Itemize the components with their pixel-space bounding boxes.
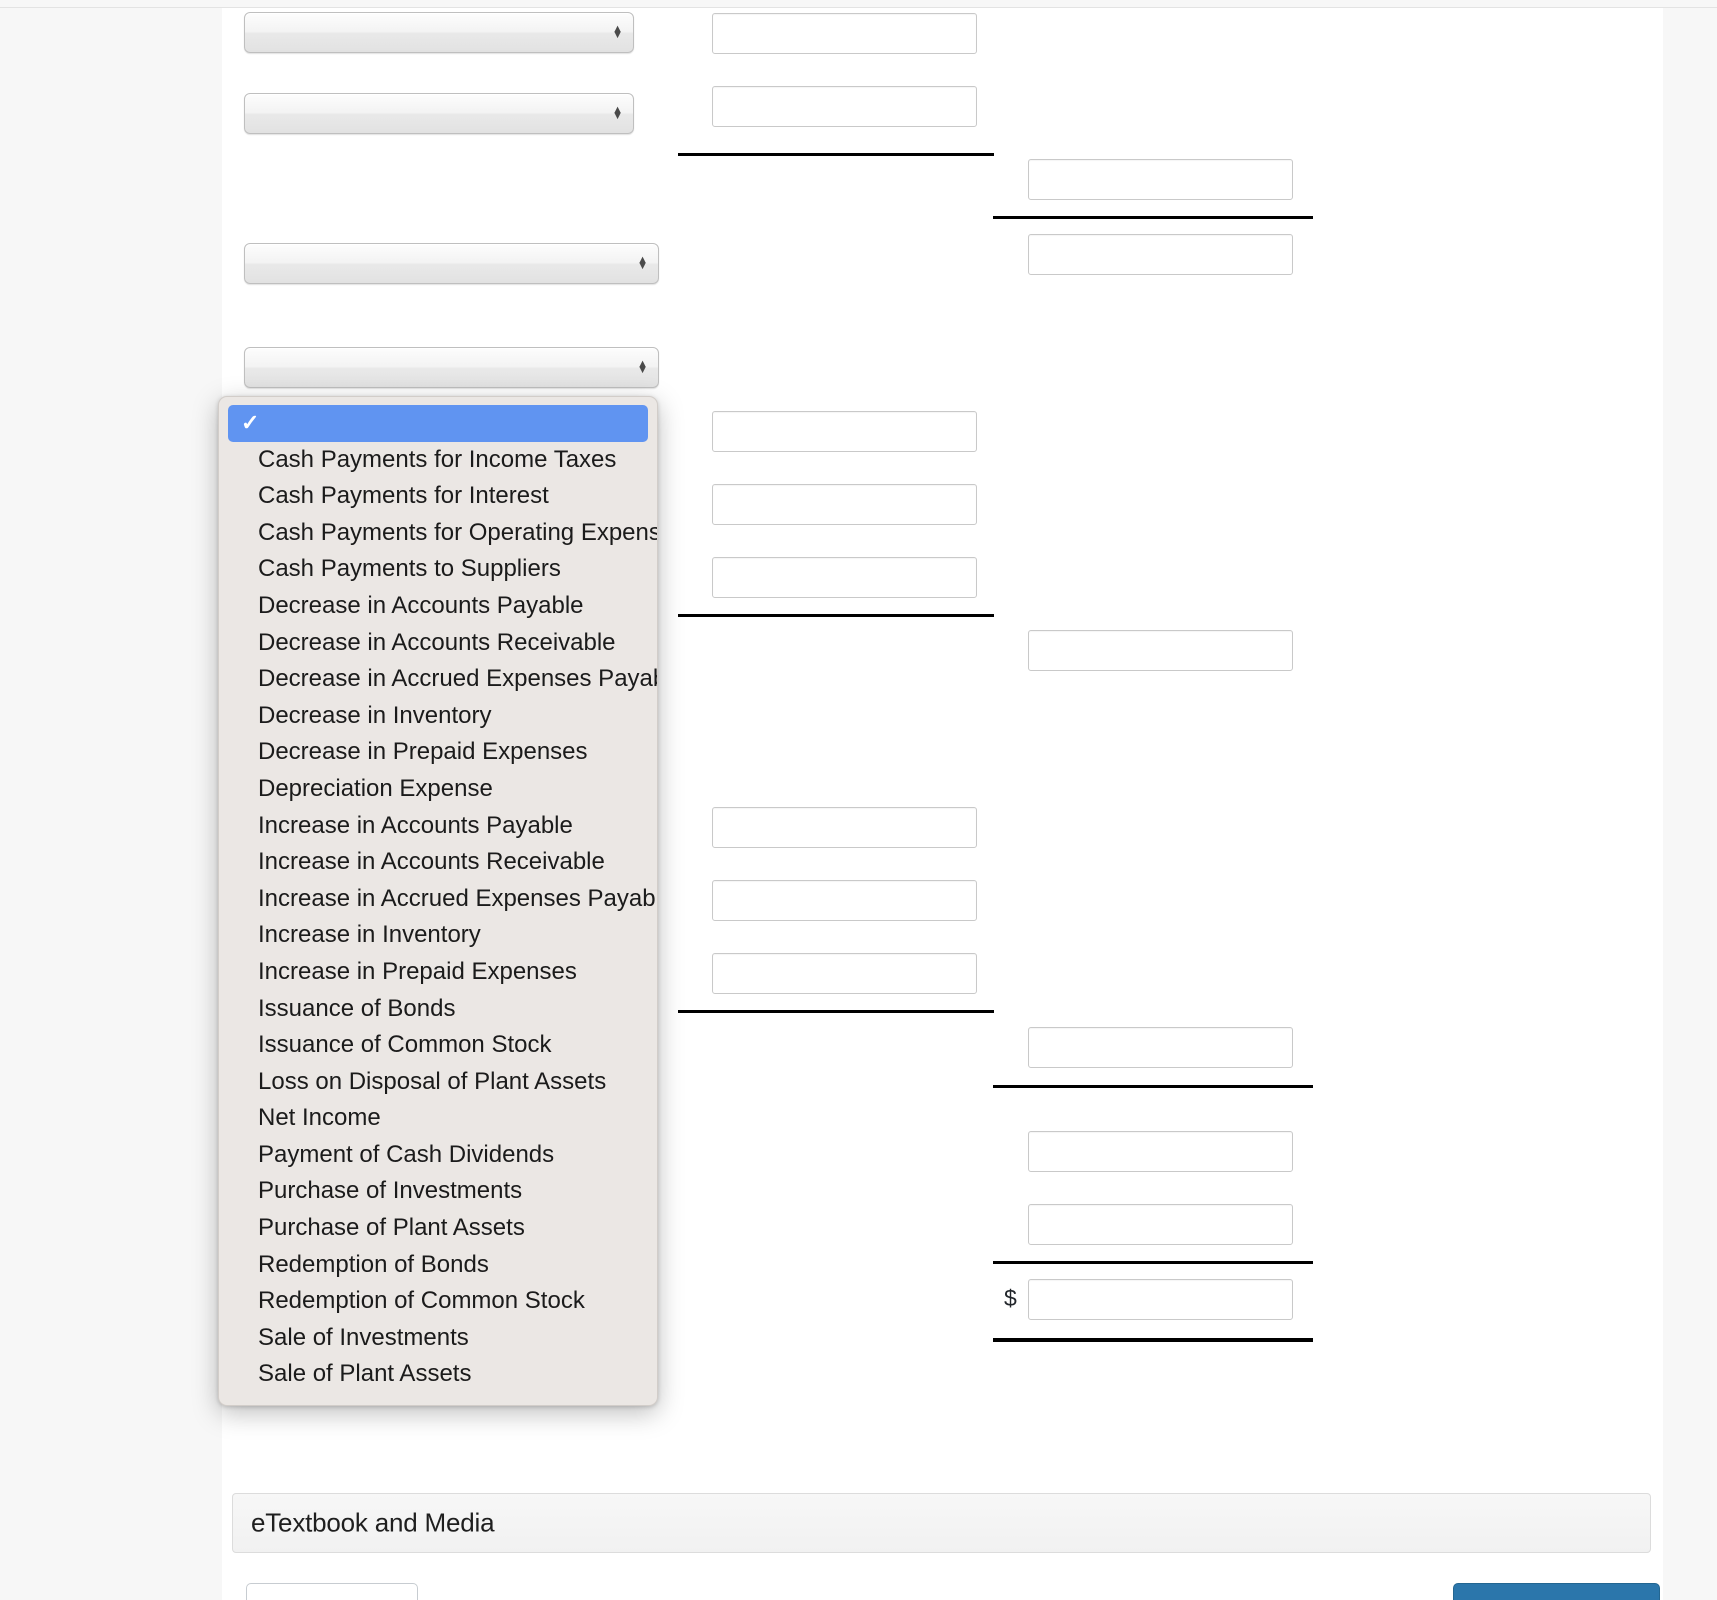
account-select-1[interactable]: ▲ ▼	[244, 12, 634, 53]
dropdown-option-list: ✓ Cash Payments for Income Taxes Cash Paym…	[219, 405, 657, 1393]
dropdown-option-label: Cash Payments for Interest	[258, 482, 549, 510]
dropdown-option-label: Increase in Accounts Receivable	[258, 848, 605, 876]
dropdown-option-label: Redemption of Common Stock	[258, 1287, 585, 1315]
dropdown-option-label: Decrease in Prepaid Expenses	[258, 738, 588, 766]
dropdown-option-label: Decrease in Accrued Expenses Payable	[258, 665, 658, 693]
dropdown-option-label: Sale of Plant Assets	[258, 1360, 472, 1388]
grand-total-rule	[993, 1338, 1313, 1342]
amount-input-mid-4[interactable]	[712, 484, 977, 525]
account-select-2[interactable]: ▲ ▼	[244, 93, 634, 134]
amount-input-mid-1[interactable]	[712, 13, 977, 54]
dropdown-option[interactable]: Decrease in Inventory	[219, 698, 657, 735]
dropdown-option-label: Decrease in Accounts Receivable	[258, 628, 616, 656]
page-root: ▲ ▼ ▲ ▼ ▲ ▼ ▲ ▼ $ eTextbook and Media ✓ …	[0, 0, 1717, 1600]
dropdown-option-label: Purchase of Plant Assets	[258, 1214, 525, 1242]
dropdown-option[interactable]: Decrease in Accounts Payable	[219, 588, 657, 625]
dropdown-option[interactable]: Purchase of Investments	[219, 1173, 657, 1210]
total-input-right-5[interactable]	[1028, 1131, 1293, 1172]
etextbook-and-media-bar[interactable]: eTextbook and Media	[232, 1493, 1651, 1553]
amount-input-mid-7[interactable]	[712, 880, 977, 921]
dropdown-option[interactable]: Increase in Accounts Payable	[219, 808, 657, 845]
dropdown-option-label: Issuance of Common Stock	[258, 1031, 552, 1059]
dropdown-option[interactable]: Decrease in Prepaid Expenses	[219, 734, 657, 771]
dropdown-option-label: Increase in Inventory	[258, 921, 481, 949]
amount-input-mid-8[interactable]	[712, 953, 977, 994]
dropdown-option[interactable]: Cash Payments for Operating Expenses	[219, 515, 657, 552]
subtotal-rule-right-1	[993, 216, 1313, 219]
etextbook-and-media-label: eTextbook and Media	[251, 1507, 495, 1538]
dropdown-option-label: Issuance of Bonds	[258, 994, 456, 1022]
dropdown-option[interactable]: Decrease in Accounts Receivable	[219, 625, 657, 662]
total-input-right-3[interactable]	[1028, 630, 1293, 671]
dropdown-option[interactable]: Loss on Disposal of Plant Assets	[219, 1064, 657, 1101]
subtotal-rule-mid-1	[678, 153, 994, 156]
dropdown-option[interactable]: Issuance of Bonds	[219, 991, 657, 1028]
amount-input-mid-6[interactable]	[712, 807, 977, 848]
dropdown-option-label: Redemption of Bonds	[258, 1250, 489, 1278]
total-input-right-1[interactable]	[1028, 159, 1293, 200]
dropdown-option[interactable]: Redemption of Bonds	[219, 1247, 657, 1284]
dropdown-option[interactable]: ✓	[228, 405, 648, 442]
dropdown-option[interactable]: Decrease in Accrued Expenses Payable	[219, 661, 657, 698]
dropdown-option-label: Cash Payments for Income Taxes	[258, 445, 617, 473]
account-select-3[interactable]: ▲ ▼	[244, 243, 659, 284]
amount-input-mid-3[interactable]	[712, 411, 977, 452]
dropdown-option-label: Sale of Investments	[258, 1323, 469, 1351]
dropdown-option[interactable]: Depreciation Expense	[219, 771, 657, 808]
dropdown-option-label: Cash Payments to Suppliers	[258, 555, 561, 583]
dropdown-option[interactable]: Cash Payments to Suppliers	[219, 551, 657, 588]
dropdown-option[interactable]: Increase in Inventory	[219, 917, 657, 954]
dropdown-option[interactable]: Increase in Accrued Expenses Payable	[219, 881, 657, 918]
dropdown-option[interactable]: Net Income	[219, 1100, 657, 1137]
dropdown-option-label: Loss on Disposal of Plant Assets	[258, 1067, 607, 1095]
dropdown-option[interactable]: Issuance of Common Stock	[219, 1027, 657, 1064]
dropdown-option-label: Purchase of Investments	[258, 1177, 523, 1205]
dropdown-option[interactable]: Cash Payments for Income Taxes	[219, 442, 657, 479]
dropdown-option-label: Increase in Prepaid Expenses	[258, 957, 577, 985]
currency-symbol: $	[1004, 1285, 1017, 1311]
amount-input-mid-5[interactable]	[712, 557, 977, 598]
total-input-right-6[interactable]	[1028, 1204, 1293, 1245]
subtotal-rule-mid-2	[678, 614, 994, 617]
dropdown-option[interactable]: Payment of Cash Dividends	[219, 1137, 657, 1174]
dropdown-option-label: Net Income	[258, 1104, 381, 1132]
subtotal-rule-right-2	[993, 1085, 1313, 1088]
dropdown-option[interactable]: Redemption of Common Stock	[219, 1283, 657, 1320]
total-input-right-2[interactable]	[1028, 234, 1293, 275]
stepper-arrows-icon: ▲ ▼	[637, 253, 648, 273]
stepper-arrows-icon: ▲ ▼	[637, 357, 648, 377]
account-select-4[interactable]: ▲ ▼	[244, 347, 659, 388]
dropdown-option-label: Depreciation Expense	[258, 774, 493, 802]
dropdown-option[interactable]: Sale of Plant Assets	[219, 1356, 657, 1393]
stepper-arrows-icon: ▲ ▼	[612, 103, 623, 123]
submit-answer-button[interactable]	[1453, 1583, 1660, 1600]
total-input-right-4[interactable]	[1028, 1027, 1293, 1068]
subtotal-rule-mid-3	[678, 1010, 994, 1013]
dropdown-option[interactable]: Increase in Accounts Receivable	[219, 844, 657, 881]
amount-input-mid-2[interactable]	[712, 86, 977, 127]
dropdown-option-label: Payment of Cash Dividends	[258, 1140, 555, 1168]
dropdown-option-label: Increase in Accounts Payable	[258, 811, 573, 839]
checkmark-icon: ✓	[241, 410, 260, 435]
dropdown-option[interactable]: Purchase of Plant Assets	[219, 1210, 657, 1247]
dropdown-option-label: Decrease in Inventory	[258, 701, 492, 729]
dropdown-option[interactable]: Cash Payments for Interest	[219, 478, 657, 515]
dropdown-option-label: Cash Payments for Operating Expenses	[258, 518, 658, 546]
account-dropdown-popup[interactable]: ✓ Cash Payments for Income Taxes Cash Paym…	[218, 396, 658, 1406]
dropdown-option[interactable]: Sale of Investments	[219, 1320, 657, 1357]
dropdown-option-label: Decrease in Accounts Payable	[258, 591, 584, 619]
subtotal-rule-right-3	[993, 1261, 1313, 1264]
secondary-action-button[interactable]	[246, 1583, 418, 1600]
stepper-arrows-icon: ▲ ▼	[612, 22, 623, 42]
dropdown-option-label: Increase in Accrued Expenses Payable	[258, 884, 658, 912]
total-input-right-7[interactable]	[1028, 1279, 1293, 1320]
dropdown-option[interactable]: Increase in Prepaid Expenses	[219, 954, 657, 991]
